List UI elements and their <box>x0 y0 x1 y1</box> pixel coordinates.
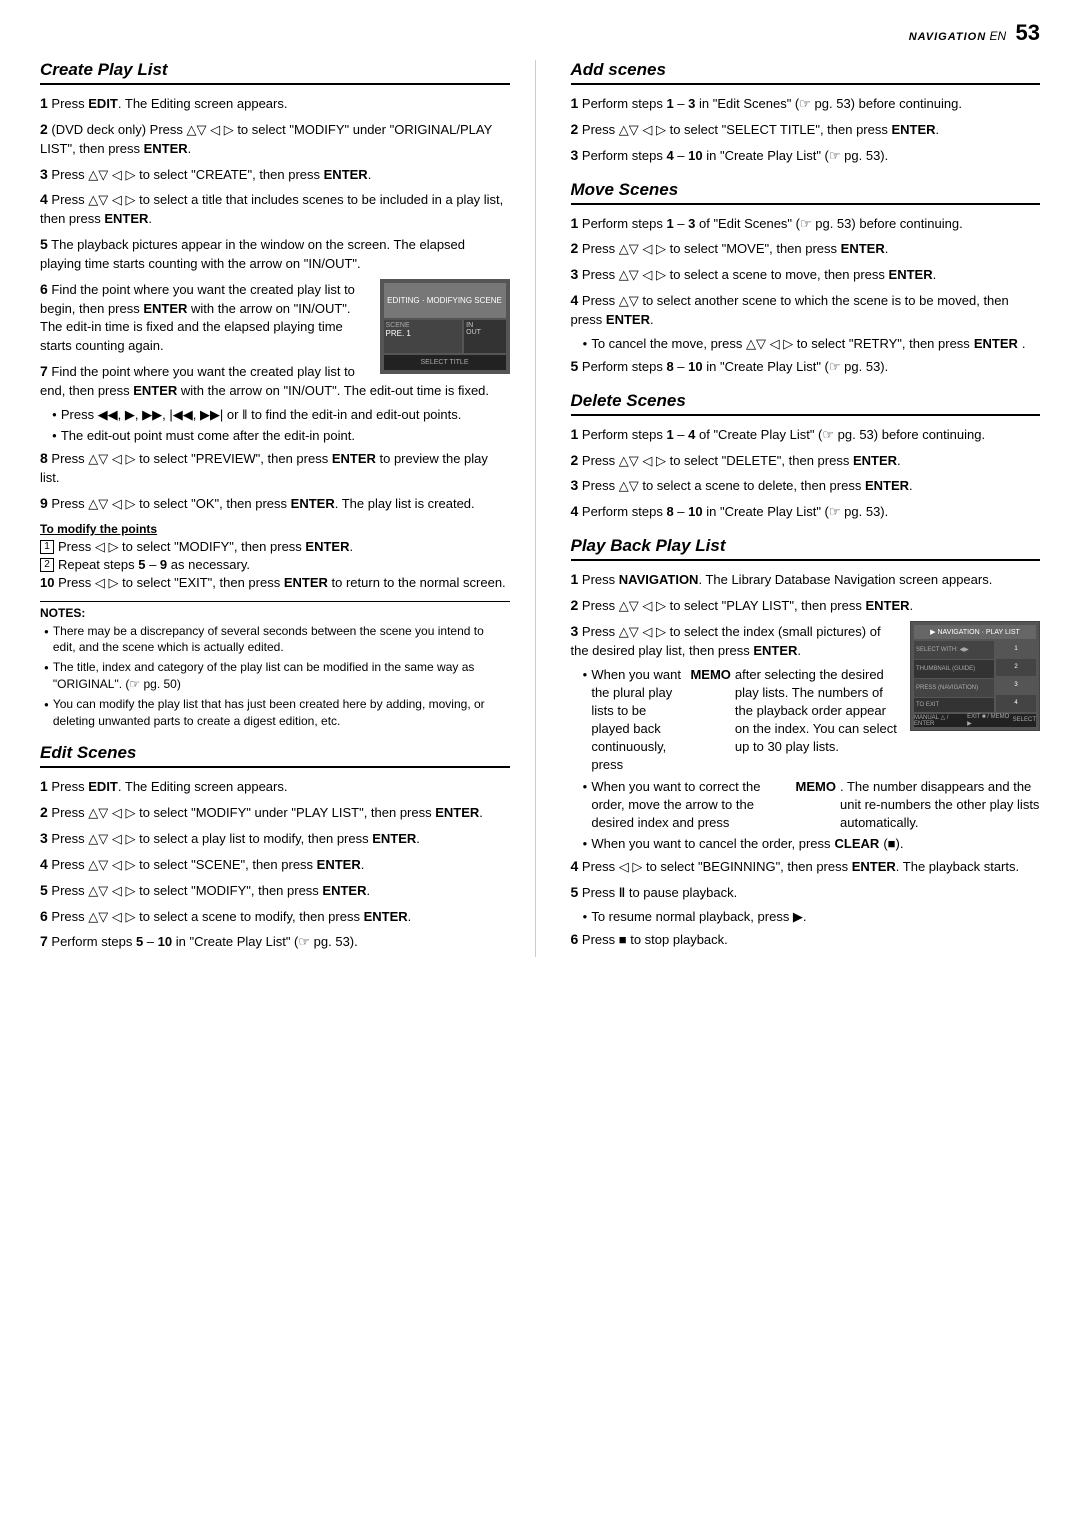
step-as-2: 2 Press △▽ ◁ ▷ to select "SELECT TITLE",… <box>571 119 1041 140</box>
step-ms-5: 5 Perform steps 8 – 10 in "Create Play L… <box>571 356 1041 377</box>
step-es-5: 5 Press △▽ ◁ ▷ to select "MODIFY", then … <box>40 880 510 901</box>
step-ds-2: 2 Press △▽ ◁ ▷ to select "DELETE", then … <box>571 450 1041 471</box>
lang-label: EN <box>990 29 1007 43</box>
play-back-section: Play Back Play List 1 Press NAVIGATION. … <box>571 536 1041 950</box>
note-1: There may be a discrepancy of several se… <box>44 623 510 657</box>
notes-heading: NOTES: <box>40 601 510 620</box>
step-cpl-8: 8 Press △▽ ◁ ▷ to select "PREVIEW", then… <box>40 448 510 488</box>
add-scenes-section: Add scenes 1 Perform steps 1 – 3 in "Edi… <box>571 60 1041 166</box>
step-es-7: 7 Perform steps 5 – 10 in "Create Play L… <box>40 931 510 952</box>
step-cpl-4: 4 Press △▽ ◁ ▷ to select a title that in… <box>40 189 510 229</box>
edit-scenes-title: Edit Scenes <box>40 743 510 768</box>
delete-scenes-title: Delete Scenes <box>571 391 1041 416</box>
modify-step-2: 2 Repeat steps 5 – 9 as necessary. <box>40 557 510 572</box>
step-ds-1: 1 Perform steps 1 – 4 of "Create Play Li… <box>571 424 1041 445</box>
nav-label: NAVIGATION <box>909 31 986 43</box>
left-column: Create Play List 1 Press EDIT. The Editi… <box>40 60 536 957</box>
step-ms-2: 2 Press △▽ ◁ ▷ to select "MOVE", then pr… <box>571 238 1041 259</box>
modify-step-1: 1 Press ◁ ▷ to select "MODIFY", then pre… <box>40 539 510 555</box>
play-back-title: Play Back Play List <box>571 536 1041 561</box>
step-cpl-9: 9 Press △▽ ◁ ▷ to select "OK", then pres… <box>40 493 510 514</box>
create-play-list-title: Create Play List <box>40 60 510 85</box>
step-pb-6: 6 Press ■ to stop playback. <box>571 929 1041 950</box>
step-pb-4: 4 Press ◁ ▷ to select "BEGINNING", then … <box>571 856 1041 877</box>
note-2: The title, index and category of the pla… <box>44 659 510 693</box>
bullet-pb-2: When you want to correct the order, move… <box>583 778 1041 833</box>
page-header: NAVIGATION EN 53 <box>40 20 1040 50</box>
screen-mockup-pb: ▶ NAVIGATION · PLAY LIST SELECT WITH: ◀▶… <box>910 621 1040 731</box>
bullet-pb-4: To resume normal playback, press ▶. <box>583 908 1041 926</box>
step-3-area: ▶ NAVIGATION · PLAY LIST SELECT WITH: ◀▶… <box>571 621 1041 778</box>
step-cpl-1: 1 Press EDIT. The Editing screen appears… <box>40 93 510 114</box>
bullet-cpl-2: The edit-out point must come after the e… <box>52 427 510 445</box>
add-scenes-title: Add scenes <box>571 60 1041 85</box>
bullet-cpl-1: Press ◀◀, ▶, ▶▶, |◀◀, ▶▶| or ‖ to find t… <box>52 406 510 424</box>
step-ms-1: 1 Perform steps 1 – 3 of "Edit Scenes" (… <box>571 213 1041 234</box>
note-3: You can modify the play list that has ju… <box>44 696 510 730</box>
step-pb-5: 5 Press ‖ to pause playback. <box>571 882 1041 903</box>
modify-points-heading: To modify the points <box>40 522 510 536</box>
step-es-4: 4 Press △▽ ◁ ▷ to select "SCENE", then p… <box>40 854 510 875</box>
bullet-pb-1: When you want the plural play lists to b… <box>583 666 901 775</box>
step-pb-2: 2 Press △▽ ◁ ▷ to select "PLAY LIST", th… <box>571 595 1041 616</box>
step-pb-1: 1 Press NAVIGATION. The Library Database… <box>571 569 1041 590</box>
step-as-3: 3 Perform steps 4 – 10 in "Create Play L… <box>571 145 1041 166</box>
move-scenes-title: Move Scenes <box>571 180 1041 205</box>
screen-mockup-cpl: EDITING · MODIFYING SCENE SCENE PRE. 1 I… <box>380 279 510 374</box>
step-ds-4: 4 Perform steps 8 – 10 in "Create Play L… <box>571 501 1041 522</box>
page-number: 53 <box>1016 20 1040 45</box>
step-ms-3: 3 Press △▽ ◁ ▷ to select a scene to move… <box>571 264 1041 285</box>
step-es-6: 6 Press △▽ ◁ ▷ to select a scene to modi… <box>40 906 510 927</box>
step-cpl-5: 5 The playback pictures appear in the wi… <box>40 234 510 274</box>
delete-scenes-section: Delete Scenes 1 Perform steps 1 – 4 of "… <box>571 391 1041 522</box>
step-ds-3: 3 Press △▽ to select a scene to delete, … <box>571 475 1041 496</box>
step-cpl-10: 10 Press ◁ ▷ to select "EXIT", then pres… <box>40 574 510 593</box>
bullet-pb-3: When you want to cancel the order, press… <box>583 835 1041 853</box>
bullet-ms-1: To cancel the move, press △▽ ◁ ▷ to sele… <box>583 335 1041 353</box>
step-cpl-2: 2 (DVD deck only) Press △▽ ◁ ▷ to select… <box>40 119 510 159</box>
step-as-1: 1 Perform steps 1 – 3 in "Edit Scenes" (… <box>571 93 1041 114</box>
step-es-1: 1 Press EDIT. The Editing screen appears… <box>40 776 510 797</box>
edit-scenes-section: Edit Scenes 1 Press EDIT. The Editing sc… <box>40 743 510 952</box>
step-ms-4: 4 Press △▽ to select another scene to wh… <box>571 290 1041 330</box>
step-es-3: 3 Press △▽ ◁ ▷ to select a play list to … <box>40 828 510 849</box>
move-scenes-section: Move Scenes 1 Perform steps 1 – 3 of "Ed… <box>571 180 1041 377</box>
create-play-list-section: Create Play List 1 Press EDIT. The Editi… <box>40 60 510 729</box>
step-cpl-3: 3 Press △▽ ◁ ▷ to select "CREATE", then … <box>40 164 510 185</box>
step-6-7-area: EDITING · MODIFYING SCENE SCENE PRE. 1 I… <box>40 279 510 406</box>
right-column: Add scenes 1 Perform steps 1 – 3 in "Edi… <box>566 60 1041 957</box>
step-es-2: 2 Press △▽ ◁ ▷ to select "MODIFY" under … <box>40 802 510 823</box>
